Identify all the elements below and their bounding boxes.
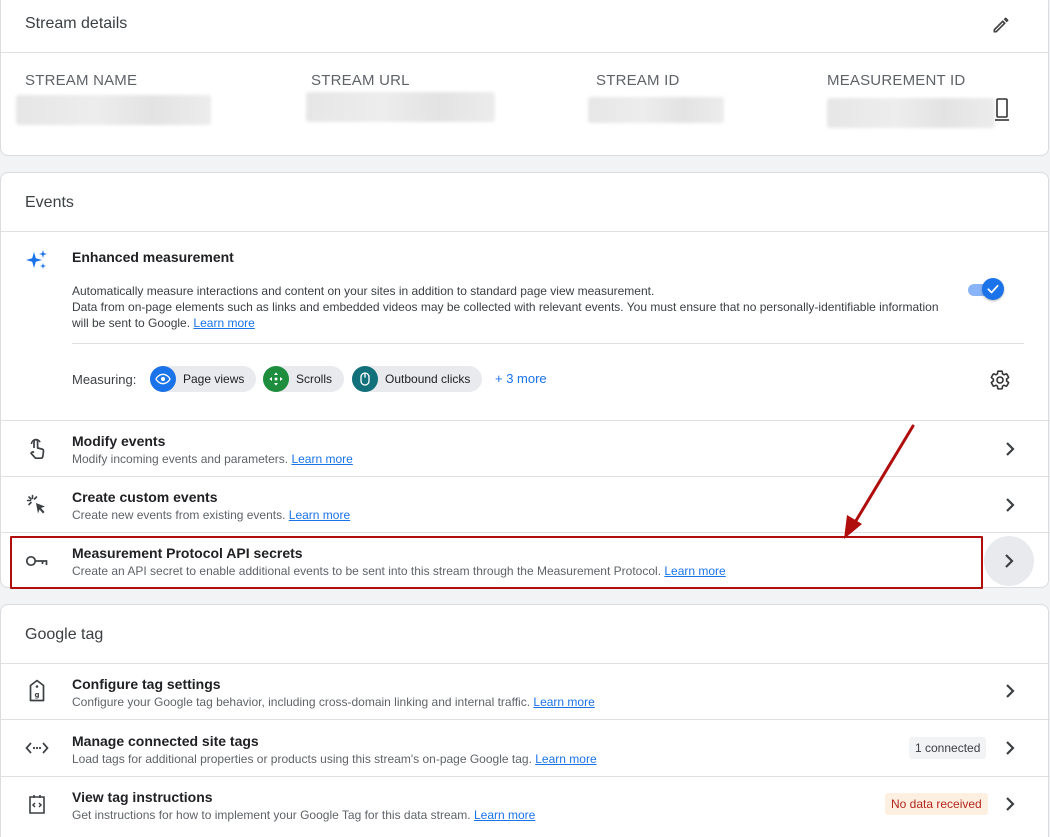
create-custom-events-desc: Create new events from existing events. xyxy=(72,508,286,522)
chevron-right-icon xyxy=(1006,797,1015,811)
enhanced-desc-line2: Data from on-page elements such as links… xyxy=(72,299,942,331)
configure-tag-settings-chevron[interactable] xyxy=(998,679,1022,703)
view-tag-instructions-desc: Get instructions for how to implement yo… xyxy=(72,808,471,822)
divider xyxy=(1,663,1048,664)
manage-connected-site-tags-title[interactable]: Manage connected site tags xyxy=(72,733,259,749)
chip-label: Page views xyxy=(183,372,245,386)
measurement-id-value-redacted xyxy=(827,98,995,128)
no-data-received-badge: No data received xyxy=(885,793,988,815)
chip-label: Scrolls xyxy=(296,372,333,386)
chevron-right-icon xyxy=(1006,684,1015,698)
enhanced-learn-more-link[interactable]: Learn more xyxy=(193,316,254,330)
chevron-right-icon xyxy=(1006,442,1015,456)
google-tag-title: Google tag xyxy=(25,626,104,643)
tag-icon: g xyxy=(24,678,50,704)
mp-api-secrets-desc: Create an API secret to enable additiona… xyxy=(72,564,662,578)
view-tag-instructions-title[interactable]: View tag instructions xyxy=(72,789,213,805)
measuring-label: Measuring: xyxy=(72,372,137,387)
more-chips-link[interactable]: + 3 more xyxy=(495,371,547,386)
gear-icon xyxy=(990,370,1010,390)
svg-text:g: g xyxy=(34,691,39,699)
chevron-right-icon xyxy=(1006,741,1015,755)
move-arrows-icon xyxy=(263,366,289,392)
enhanced-settings-button[interactable] xyxy=(987,367,1013,393)
enhanced-desc-line1: Automatically measure interactions and c… xyxy=(72,284,655,298)
chip-outbound-clicks[interactable]: Outbound clicks xyxy=(352,366,483,392)
connected-count-badge: 1 connected xyxy=(909,737,987,759)
manage-connected-site-tags-chevron[interactable] xyxy=(998,736,1022,760)
cursor-click-icon xyxy=(24,492,50,518)
manage-connected-site-tags-desc: Load tags for additional properties or p… xyxy=(72,752,532,766)
toggle-knob xyxy=(982,278,1004,300)
mp-api-secrets-title[interactable]: Measurement Protocol API secrets xyxy=(72,545,303,561)
stream-url-value-redacted xyxy=(306,92,495,122)
chevron-right-icon xyxy=(1006,498,1015,512)
copy-measurement-id-button[interactable] xyxy=(991,96,1013,122)
code-arrows-icon xyxy=(24,735,50,761)
modify-events-title[interactable]: Modify events xyxy=(72,433,165,449)
mp-api-secrets-chevron[interactable] xyxy=(984,536,1034,586)
code-box-icon xyxy=(24,792,50,818)
configure-tag-settings-learn-more[interactable]: Learn more xyxy=(533,695,594,709)
annotation-arrow xyxy=(844,424,915,539)
view-tag-instructions-chevron[interactable] xyxy=(998,792,1022,816)
enhanced-measurement-desc: Automatically measure interactions and c… xyxy=(72,283,942,331)
mp-api-secrets-sub: Create an API secret to enable additiona… xyxy=(72,564,726,578)
enhanced-measurement-title: Enhanced measurement xyxy=(72,249,234,265)
configure-tag-settings-sub: Configure your Google tag behavior, incl… xyxy=(72,695,595,709)
view-tag-instructions-learn-more[interactable]: Learn more xyxy=(474,808,535,822)
modify-events-learn-more[interactable]: Learn more xyxy=(291,452,352,466)
manage-connected-site-tags-learn-more[interactable]: Learn more xyxy=(535,752,596,766)
stream-name-value-redacted xyxy=(16,95,211,125)
divider xyxy=(72,343,1024,344)
create-custom-events-title[interactable]: Create custom events xyxy=(72,489,218,505)
mouse-icon xyxy=(352,366,378,392)
enhanced-measurement-toggle[interactable] xyxy=(966,275,1004,303)
stream-details-card: Stream details STREAM NAME STREAM URL ST… xyxy=(0,0,1049,156)
create-custom-events-learn-more[interactable]: Learn more xyxy=(289,508,350,522)
stream-url-label: STREAM URL xyxy=(311,72,410,89)
chip-label: Outbound clicks xyxy=(385,372,471,386)
modify-events-chevron[interactable] xyxy=(998,437,1022,461)
divider xyxy=(0,776,1050,777)
manage-connected-site-tags-sub: Load tags for additional properties or p… xyxy=(72,752,597,766)
copy-icon xyxy=(995,98,1009,121)
check-icon xyxy=(987,284,999,294)
modify-events-sub: Modify incoming events and parameters. L… xyxy=(72,452,353,466)
divider xyxy=(1,231,1048,232)
chip-scrolls[interactable]: Scrolls xyxy=(263,366,345,392)
configure-tag-settings-title[interactable]: Configure tag settings xyxy=(72,676,221,692)
edit-stream-button[interactable] xyxy=(989,13,1013,37)
divider xyxy=(1,52,1048,53)
stream-id-value-redacted xyxy=(588,97,724,123)
create-custom-events-sub: Create new events from existing events. … xyxy=(72,508,350,522)
key-icon xyxy=(24,548,50,574)
stream-name-label: STREAM NAME xyxy=(25,72,138,89)
sparkle-icon xyxy=(24,247,50,273)
configure-tag-settings-desc: Configure your Google tag behavior, incl… xyxy=(72,695,531,709)
chevron-right-icon xyxy=(1005,554,1014,568)
pencil-icon xyxy=(993,17,1009,33)
create-custom-events-chevron[interactable] xyxy=(998,493,1022,517)
events-title: Events xyxy=(25,194,74,211)
eye-icon xyxy=(150,366,176,392)
divider xyxy=(0,719,1050,720)
modify-events-desc: Modify incoming events and parameters. xyxy=(72,452,289,466)
chip-page-views[interactable]: Page views xyxy=(150,366,257,392)
stream-details-title: Stream details xyxy=(25,15,128,32)
stream-id-label: STREAM ID xyxy=(596,72,680,89)
touch-icon xyxy=(24,436,50,462)
mp-api-secrets-learn-more[interactable]: Learn more xyxy=(664,564,725,578)
view-tag-instructions-sub: Get instructions for how to implement yo… xyxy=(72,808,535,822)
measurement-id-label: MEASUREMENT ID xyxy=(827,72,966,89)
